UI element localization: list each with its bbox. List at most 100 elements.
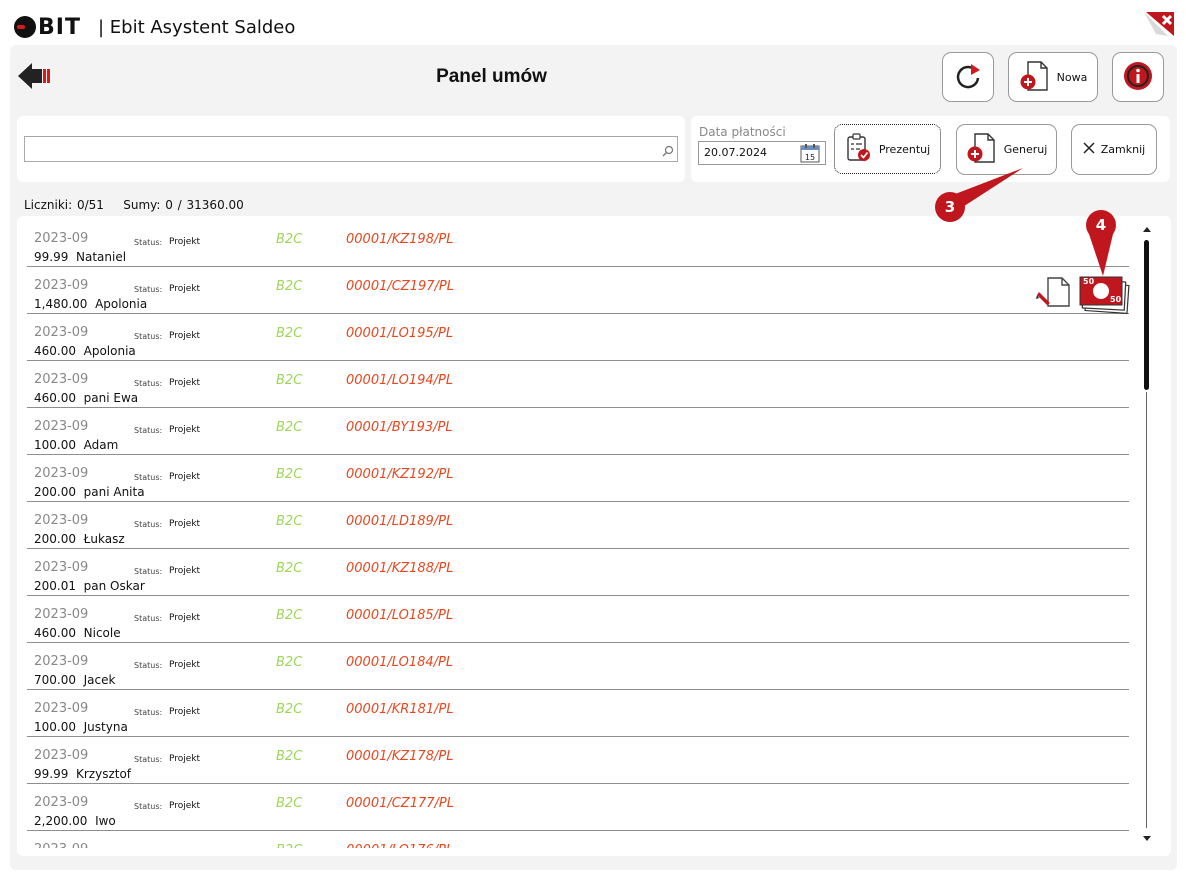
- row-amount: 1,480.00: [34, 297, 88, 311]
- close-x-icon: [1083, 142, 1095, 157]
- date-value: 20.07.2024: [704, 146, 767, 159]
- row-period: 2023-09: [34, 607, 89, 622]
- row-status-value: Projekt: [169, 284, 201, 294]
- row-name: Łukasz: [83, 532, 125, 546]
- row-status-value: Projekt: [169, 519, 201, 529]
- row-number: 00001/BY193/PL: [346, 420, 453, 435]
- info-icon: [1122, 60, 1154, 95]
- row-name: Apolonia: [83, 344, 136, 358]
- row-type: B2C: [276, 655, 303, 670]
- row-amount-name: 100.00 Justyna: [34, 720, 128, 734]
- row-status-value: Projekt: [169, 425, 201, 435]
- refresh-icon: [954, 62, 982, 93]
- row-amount-name: 460.00 Apolonia: [34, 344, 136, 358]
- page-title: Panel umów: [436, 66, 547, 87]
- row-number: 00001/CZ197/PL: [346, 279, 454, 294]
- present-button[interactable]: Prezentuj: [834, 124, 941, 174]
- new-button[interactable]: Nowa: [1008, 52, 1098, 102]
- row-name: Nicole: [83, 626, 121, 640]
- row-period: 2023-09: [34, 513, 89, 528]
- row-amount: 700.00: [34, 673, 76, 687]
- list-item[interactable]: 2023-09 Status: Projekt B2C 00001/KR181/PL 10…: [27, 690, 1129, 737]
- row-type: B2C: [276, 232, 303, 247]
- list-item[interactable]: 2023-09 Status: Projekt B2C 00001/KZ198/PL 99…: [27, 220, 1129, 267]
- close-button-label: Zamknij: [1100, 143, 1146, 156]
- info-button[interactable]: [1112, 52, 1164, 102]
- row-name: Justyna: [83, 720, 128, 734]
- row-status-label: Status:: [134, 708, 163, 717]
- row-period: 2023-09: [34, 325, 89, 340]
- contracts-list: 2023-09 Status: Projekt B2C 00001/KZ198/PL 99…: [27, 220, 1129, 848]
- list-item[interactable]: 2023-09 Status: Projekt B2C 00001/KZ178/PL 99…: [27, 737, 1129, 784]
- row-period: 2023-09: [34, 231, 89, 246]
- scroll-up-arrow[interactable]: [1143, 227, 1151, 232]
- ebit-logo: BIT: [14, 15, 81, 40]
- row-number: 00001/CZ177/PL: [346, 796, 454, 811]
- callout-3: 3: [935, 192, 965, 222]
- row-period: 2023-09: [34, 654, 89, 669]
- row-name: pani Anita: [83, 485, 145, 499]
- row-status-value: Projekt: [169, 237, 201, 247]
- row-status-value: Projekt: [169, 566, 201, 576]
- row-number: 00001/KZ178/PL: [346, 749, 454, 764]
- present-button-label: Prezentuj: [878, 142, 931, 156]
- row-status-label: Status:: [134, 661, 163, 670]
- calendar-icon[interactable]: 15: [800, 143, 820, 163]
- row-number: 00001/LO176/PL: [346, 843, 453, 848]
- list-item[interactable]: 2023-09 Status: Projekt B2C 00001/KZ192/PL 20…: [27, 455, 1129, 502]
- row-type: B2C: [276, 608, 303, 623]
- row-type: B2C: [276, 373, 303, 388]
- scroll-down-arrow[interactable]: [1143, 836, 1151, 841]
- document-sign-icon[interactable]: [1036, 276, 1072, 308]
- row-status-label: Status:: [134, 520, 163, 529]
- row-name: Adam: [83, 438, 119, 452]
- list-item[interactable]: 2023-09Status:ProjektB2C00001/LO176/PL: [27, 831, 1129, 848]
- app-title: | Ebit Asystent Saldeo: [98, 17, 296, 38]
- row-amount-name: 200.00 Łukasz: [34, 532, 125, 546]
- row-type: B2C: [276, 279, 303, 294]
- row-name: Iwo: [95, 814, 116, 828]
- logo-mark: [14, 16, 36, 38]
- scrollbar-thumb[interactable]: [1144, 240, 1149, 390]
- generate-button-label: Generuj: [1003, 143, 1048, 156]
- row-type: B2C: [276, 467, 303, 482]
- row-amount-name: 460.00 Nicole: [34, 626, 121, 640]
- calendar-day: 15: [805, 153, 815, 162]
- list-item[interactable]: 2023-09 Status: Projekt B2C 00001/LO185/PL 46…: [27, 596, 1129, 643]
- list-item[interactable]: 2023-09 Status: Projekt B2C 00001/LO184/PL 70…: [27, 643, 1129, 690]
- row-status-label: Status:: [134, 755, 163, 764]
- row-number: 00001/KZ188/PL: [346, 561, 454, 576]
- row-status-label: Status:: [134, 426, 163, 435]
- row-status-value: Projekt: [169, 801, 201, 811]
- list-item[interactable]: 2023-09 Status: Projekt B2C 00001/BY193/PL 10…: [27, 408, 1129, 455]
- money-denomination: 50: [1110, 295, 1122, 304]
- row-status-value: Projekt: [169, 707, 201, 717]
- search-icon[interactable]: [662, 142, 674, 157]
- row-amount-name: 99.99 Krzysztof: [34, 767, 131, 781]
- row-status-label: Status:: [134, 285, 163, 294]
- row-type: B2C: [276, 843, 302, 848]
- list-item[interactable]: 2023-09 Status: Projekt B2C 00001/LD189/PL 20…: [27, 502, 1129, 549]
- list-item[interactable]: 2023-09 Status: Projekt B2C 00001/KZ188/PL 20…: [27, 549, 1129, 596]
- callout-4: 4: [1086, 210, 1116, 240]
- row-amount: 200.00: [34, 485, 76, 499]
- list-item[interactable]: 2023-09 Status: Projekt B2C 00001/CZ177/PL 2,…: [27, 784, 1129, 831]
- search-input[interactable]: [24, 136, 678, 162]
- row-amount-name: 460.00 pani Ewa: [34, 391, 138, 405]
- row-period: 2023-09: [34, 748, 89, 763]
- refresh-button[interactable]: [942, 52, 994, 102]
- row-number: 00001/KZ198/PL: [346, 232, 454, 247]
- app-close-icon[interactable]: [1142, 10, 1176, 38]
- row-status-value: Projekt: [169, 472, 201, 482]
- row-type: B2C: [276, 514, 303, 529]
- close-button[interactable]: Zamknij: [1071, 124, 1157, 175]
- row-type: B2C: [276, 326, 303, 341]
- row-status-value: Projekt: [169, 378, 201, 388]
- list-item[interactable]: 2023-09 Status: Projekt B2C 00001/CZ197/PL 1,…: [27, 267, 1129, 314]
- row-name: Krzysztof: [76, 767, 132, 781]
- counters-text: Liczniki: 0/51: [24, 198, 104, 212]
- list-item[interactable]: 2023-09 Status: Projekt B2C 00001/LO195/PL 46…: [27, 314, 1129, 361]
- new-document-icon: [1019, 60, 1049, 95]
- row-period: 2023-09: [34, 372, 89, 387]
- list-item[interactable]: 2023-09 Status: Projekt B2C 00001/LO194/PL 46…: [27, 361, 1129, 408]
